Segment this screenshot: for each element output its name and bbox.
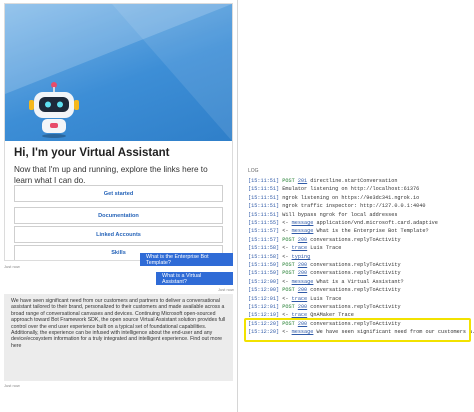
log-timestamp: [15:11:55] [248,220,283,226]
log-line: [15:11:51] ngrok listening on https://9e… [248,194,420,201]
user-message-1: What is the Enterprise Bot Template? [140,253,233,266]
log-method: POST [282,262,298,268]
log-timestamp: [15:11:58] [248,245,283,252]
log-line: [15:11:57] POST 200 conversations.replyT… [248,236,401,243]
robot-icon [29,82,79,138]
log-line: [15:12:00] POST 200 conversations.replyT… [248,287,401,294]
log-timestamp: [15:12:00] [248,287,283,294]
log-line: [15:11:57] <- message What is the Enterp… [248,228,429,235]
log-line: [15:12:01] POST 200 conversations.replyT… [248,304,401,310]
log-timestamp: [15:11:51] [248,178,283,184]
log-timestamp: [15:11:51] [248,211,283,218]
user-message-2: What is a Virtual Assistant? [156,272,233,285]
log-line: [15:11:51] POST 201 directline.startConv… [248,178,398,184]
log-timestamp: [15:11:58] [248,253,283,260]
log-panel: LOG [15:11:51] POST 201 directline.start… [242,166,474,412]
log-timestamp: [15:11:59] [248,270,283,277]
log-status-link[interactable]: 200 [298,237,307,243]
chat-panel: Hi, I'm your Virtual Assistant Now that … [0,0,237,412]
log-status-link[interactable]: 200 [298,262,307,268]
log-timestamp: [15:11:57] [248,236,283,243]
log-timestamp: [15:11:51] [248,203,283,210]
log-timestamp: [15:11:59] [248,262,283,268]
log-method: POST [282,178,298,184]
log-typing-link[interactable]: typing [292,254,311,260]
card-text: Now that I'm up and running, explore the… [14,165,208,185]
log-message-link[interactable]: message [292,220,314,226]
user-timestamp: Just now [218,287,234,292]
hero-banner [5,4,232,141]
welcome-card: Hi, I'm your Virtual Assistant Now that … [4,3,233,261]
log-line: [15:12:01] <- trace Luis Trace [248,295,342,302]
log-timestamp: [15:12:01] [248,304,283,310]
panel-divider[interactable] [237,0,238,412]
log-line: [15:11:51] Emulator listening on http://… [248,186,420,193]
log-line: [15:11:59] POST 200 conversations.replyT… [248,270,401,277]
log-method: POST [282,287,298,294]
log-header: LOG [248,168,259,174]
log-line: [15:11:51] Will bypass ngrok for local a… [248,211,398,218]
log-line: [15:11:58] <- typing [248,253,311,260]
log-message-link[interactable]: message [292,228,314,234]
card-timestamp: Just now [4,264,20,269]
log-line: [15:11:51] ngrok traffic inspector: http… [248,203,426,210]
log-trace-link[interactable]: trace [292,245,308,251]
log-timestamp: [15:11:51] [248,194,283,201]
log-status-link[interactable]: 201 [298,178,307,184]
log-status-link[interactable]: 200 [298,287,307,293]
log-method: POST [282,304,298,310]
log-timestamp: [15:12:01] [248,295,283,302]
log-timestamp: [15:11:57] [248,228,283,235]
bot-timestamp: Just now [4,383,20,388]
log-line: [15:12:00] <- message What is a Virtual … [248,278,404,285]
log-status-link[interactable]: 200 [298,304,307,310]
log-line: [15:11:59] POST 200 conversations.replyT… [248,262,401,268]
log-line: [15:11:55] <- message application/vnd.mi… [248,220,438,226]
log-line: [15:11:58] <- trace Luis Trace [248,245,342,252]
log-status-link[interactable]: 200 [298,270,307,276]
bot-reply: We have seen significant need from our c… [4,294,233,381]
linked-accounts-button[interactable]: Linked Accounts [14,226,223,243]
log-method: POST [282,270,298,277]
card-title: Hi, I'm your Virtual Assistant [14,147,170,159]
log-method: POST [282,236,298,243]
log-timestamp: [15:12:00] [248,278,283,285]
log-message-link[interactable]: message [292,279,314,285]
log-trace-link[interactable]: trace [292,296,308,302]
log-highlight [244,318,471,342]
log-timestamp: [15:11:51] [248,186,283,193]
get-started-button[interactable]: Get started [14,185,223,202]
documentation-button[interactable]: Documentation [14,207,223,224]
